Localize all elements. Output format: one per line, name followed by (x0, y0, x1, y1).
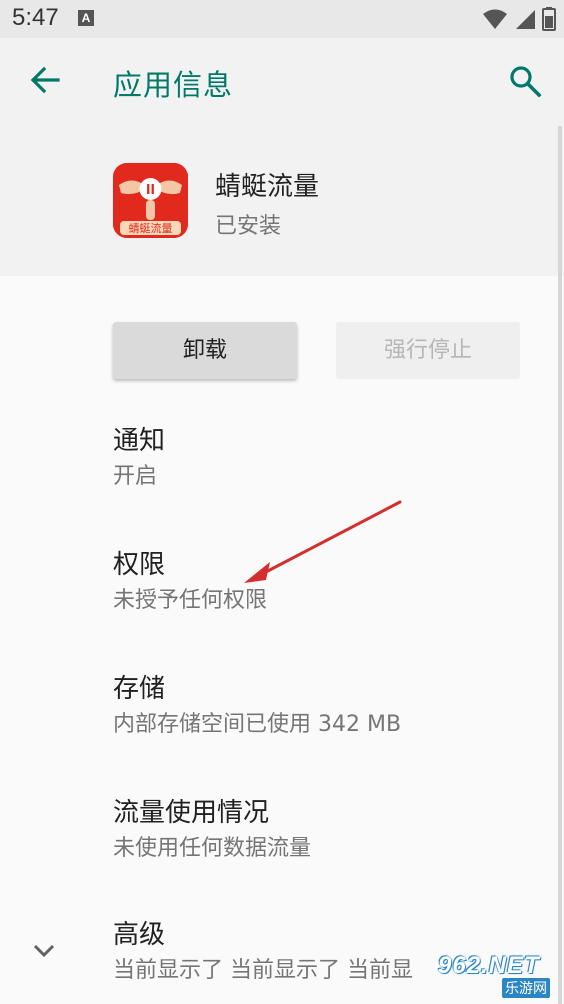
svg-text:ll: ll (146, 183, 155, 198)
item-title: 权限 (113, 550, 166, 580)
status-bar: 5:47 A (0, 0, 564, 38)
item-title: 存储 (113, 674, 166, 704)
scrollbar[interactable] (558, 126, 562, 1004)
uninstall-button[interactable]: 卸载 (113, 322, 297, 379)
page-title: 应用信息 (113, 68, 234, 102)
search-icon[interactable] (508, 64, 542, 98)
item-title: 高级 (113, 920, 166, 950)
item-subtitle: 内部存储空间已使用 342 MB (113, 712, 402, 737)
app-logo-icon: ll 蜻蜓流量 (113, 163, 188, 238)
app-bar: 应用信息 (0, 38, 564, 126)
back-arrow-icon[interactable] (28, 63, 62, 97)
item-subtitle: 开启 (113, 464, 158, 489)
svg-text:蜻蜓流量: 蜻蜓流量 (129, 221, 173, 235)
item-title: 流量使用情况 (113, 798, 270, 828)
list-item-permissions[interactable]: 权限 未授予任何权限 (113, 548, 533, 616)
notification-a-icon: A (78, 10, 94, 26)
app-name: 蜻蜓流量 (215, 172, 320, 202)
app-install-status: 已安装 (215, 214, 282, 239)
list-item-data-usage[interactable]: 流量使用情况 未使用任何数据流量 (113, 796, 533, 864)
status-time: 5:47 (12, 4, 59, 31)
item-subtitle: 未授予任何权限 (113, 588, 268, 613)
watermark-logo: 962.NET 乐游网 (432, 950, 560, 1000)
item-subtitle: 未使用任何数据流量 (113, 836, 312, 861)
chevron-down-icon[interactable] (30, 936, 58, 964)
force-stop-button: 强行停止 (336, 322, 520, 379)
battery-icon (542, 7, 556, 31)
wifi-icon (483, 9, 507, 29)
list-item-storage[interactable]: 存储 内部存储空间已使用 342 MB (113, 672, 533, 740)
signal-icon (516, 10, 535, 29)
app-header: ll 蜻蜓流量 蜻蜓流量 已安装 (0, 126, 564, 276)
item-title: 通知 (113, 426, 166, 456)
list-item-notifications[interactable]: 通知 开启 (113, 424, 533, 492)
